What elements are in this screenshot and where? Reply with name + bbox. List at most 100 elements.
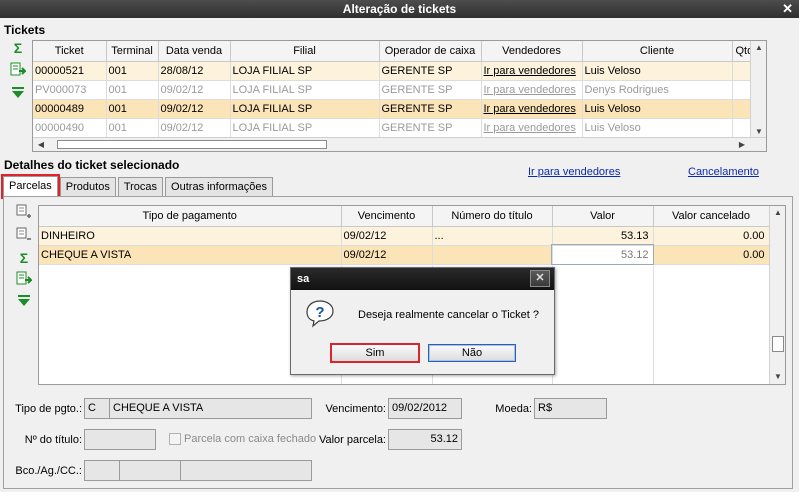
table-row[interactable]: CHEQUE A VISTA 09/02/12 53.12 0.00 xyxy=(39,244,770,265)
caixa-fechado-label: Parcela com caixa fechado xyxy=(184,433,317,445)
table-cell: 09/02/12 xyxy=(158,80,231,100)
numero-titulo-field[interactable] xyxy=(84,429,156,450)
table-cell: LOJA FILIAL SP xyxy=(230,99,380,119)
dialog-titlebar: sa ✕ xyxy=(291,268,554,290)
tickets-col-header[interactable]: Operador de caixa xyxy=(379,41,482,62)
tickets-label: Tickets xyxy=(4,23,46,37)
nao-button[interactable]: Não xyxy=(428,344,516,362)
parcelas-col-header[interactable]: Número do título xyxy=(432,206,553,227)
close-icon[interactable]: ✕ xyxy=(530,270,550,287)
collapse-icon[interactable] xyxy=(16,293,32,309)
export-icon[interactable] xyxy=(10,62,26,78)
window-titlebar: Alteração de tickets ✕ xyxy=(0,0,799,18)
details-label: Detalhes do ticket selecionado xyxy=(4,158,180,172)
collapse-icon[interactable] xyxy=(10,85,26,101)
tickets-table: Ticket Terminal Data venda Filial Operador d… xyxy=(33,41,766,138)
table-cell: 28/08/12 xyxy=(158,61,231,81)
scroll-right-icon[interactable]: ▶ xyxy=(734,138,750,151)
tab-parcelas[interactable]: Parcelas xyxy=(1,174,60,199)
table-cell: Luis Veloso xyxy=(582,118,733,138)
valor-parcela-label: Valor parcela: xyxy=(318,434,386,446)
tickets-col-header[interactable]: Filial xyxy=(230,41,380,62)
parcelas-col-header[interactable]: Vencimento xyxy=(341,206,433,227)
table-cell: GERENTE SP xyxy=(379,80,482,100)
table-cell: 001 xyxy=(106,118,159,138)
table-row[interactable]: DINHEIRO 09/02/12... 53.13 0.00 xyxy=(39,226,770,246)
table-row[interactable]: PV000073 001 09/02/12 LOJA FILIAL SP GERENTE… xyxy=(33,80,766,100)
confirm-dialog: sa ✕ ? Deseja realmente cancelar o Ticke… xyxy=(290,267,555,375)
table-cell: 0.00 xyxy=(653,245,770,265)
svg-text:?: ? xyxy=(315,304,324,321)
scroll-left-icon[interactable]: ◀ xyxy=(33,138,49,151)
parcelas-vscroll[interactable]: ▲ ▼ xyxy=(769,206,785,384)
table-cell: LOJA FILIAL SP xyxy=(230,80,380,100)
table-cell: GERENTE SP xyxy=(379,61,482,81)
table-cell: LOJA FILIAL SP xyxy=(230,118,380,138)
agencia-field[interactable] xyxy=(119,460,181,481)
table-cell: 001 xyxy=(106,80,159,100)
tickets-vscroll[interactable]: ▲ ▼ xyxy=(750,41,766,139)
table-cell: GERENTE SP xyxy=(379,118,482,138)
sim-button[interactable]: Sim xyxy=(330,343,420,363)
valor-parcela-field: 53.12 xyxy=(388,429,462,450)
tickets-col-header[interactable]: Vendedores xyxy=(481,41,583,62)
parcelas-col-header[interactable]: Tipo de pagamento xyxy=(39,206,342,227)
vendedores-link[interactable]: Ir para vendedores xyxy=(481,118,583,138)
banco-field[interactable] xyxy=(84,460,120,481)
scroll-up-icon[interactable]: ▲ xyxy=(770,206,785,220)
tickets-col-header[interactable]: Cliente xyxy=(582,41,733,62)
add-row-icon[interactable] xyxy=(16,204,32,220)
table-cell: 53.12 xyxy=(551,244,654,265)
vendedores-link[interactable]: Ir para vendedores xyxy=(481,80,583,100)
table-cell: 09/02/12 xyxy=(158,99,231,119)
close-icon[interactable]: ✕ xyxy=(782,0,793,18)
scroll-down-icon[interactable]: ▼ xyxy=(770,370,785,384)
tab-trocas[interactable]: Trocas xyxy=(117,177,164,197)
table-cell: 001 xyxy=(106,99,159,119)
details-tabs: Parcelas Produtos Trocas Outras informaç… xyxy=(1,174,275,199)
tickets-col-header[interactable]: Terminal xyxy=(106,41,159,62)
conta-field[interactable] xyxy=(180,460,312,481)
vendedores-link[interactable]: Ir para vendedores xyxy=(481,61,583,81)
table-cell: CHEQUE A VISTA xyxy=(39,245,342,265)
parcelas-body: DINHEIRO 09/02/12... 53.13 0.00 CHEQUE A VIS… xyxy=(39,226,770,265)
tickets-col-header[interactable]: Data venda xyxy=(158,41,231,62)
tipo-pgto-code-field[interactable]: C xyxy=(84,398,110,419)
table-cell: 00000490 xyxy=(33,118,107,138)
moeda-field[interactable]: R$ xyxy=(534,398,607,419)
remove-row-icon[interactable] xyxy=(16,227,32,243)
link-vendedores[interactable]: Ir para vendedores xyxy=(528,166,620,178)
table-cell: PV000073 xyxy=(33,80,107,100)
table-cell: 09/02/12 xyxy=(341,245,433,265)
hscroll-thumb[interactable] xyxy=(57,140,327,149)
table-cell: GERENTE SP xyxy=(379,99,482,119)
table-cell: 00000489 xyxy=(33,99,107,119)
table-row[interactable]: 00000489 001 09/02/12 LOJA FILIAL SP GERENTE… xyxy=(33,99,766,119)
tab-outras-informacoes[interactable]: Outras informações xyxy=(165,177,274,197)
parcelas-col-header[interactable]: Valor xyxy=(552,206,654,227)
tickets-grid: Ticket Terminal Data venda Filial Operador d… xyxy=(32,40,767,152)
table-cell: Luis Veloso xyxy=(582,61,733,81)
tab-produtos[interactable]: Produtos xyxy=(59,177,116,197)
vencimento-label: Vencimento: xyxy=(325,403,386,415)
vendedores-link[interactable]: Ir para vendedores xyxy=(481,99,583,119)
parcelas-header-row: Tipo de pagamento Vencimento Número do tít… xyxy=(39,206,770,227)
export-icon[interactable] xyxy=(16,271,32,287)
caixa-fechado-checkbox[interactable] xyxy=(169,433,181,445)
vencimento-field[interactable]: 09/02/2012 xyxy=(388,398,462,419)
vscroll-thumb[interactable] xyxy=(772,336,784,352)
table-row[interactable]: 00000490 001 09/02/12 LOJA FILIAL SP GERENTE… xyxy=(33,118,766,138)
table-cell: DINHEIRO xyxy=(39,226,342,246)
tickets-hscroll[interactable]: ◀ ▶ xyxy=(33,137,766,151)
tickets-col-header[interactable]: Ticket xyxy=(33,41,107,62)
tipo-pgto-label: Tipo de pgto.: xyxy=(15,403,82,415)
table-cell: 00000521 xyxy=(33,61,107,81)
parcelas-col-header[interactable]: Valor cancelado xyxy=(653,206,770,227)
dialog-message: Deseja realmente cancelar o Ticket ? xyxy=(358,309,539,321)
sum-icon[interactable]: Σ xyxy=(16,250,32,266)
sum-icon[interactable]: Σ xyxy=(10,40,26,56)
link-cancelamento[interactable]: Cancelamento xyxy=(688,166,759,178)
table-row[interactable]: 00000521 001 28/08/12 LOJA FILIAL SP GERENTE… xyxy=(33,61,766,81)
scroll-up-icon[interactable]: ▲ xyxy=(751,41,766,55)
table-cell: 53.13 xyxy=(552,226,654,246)
